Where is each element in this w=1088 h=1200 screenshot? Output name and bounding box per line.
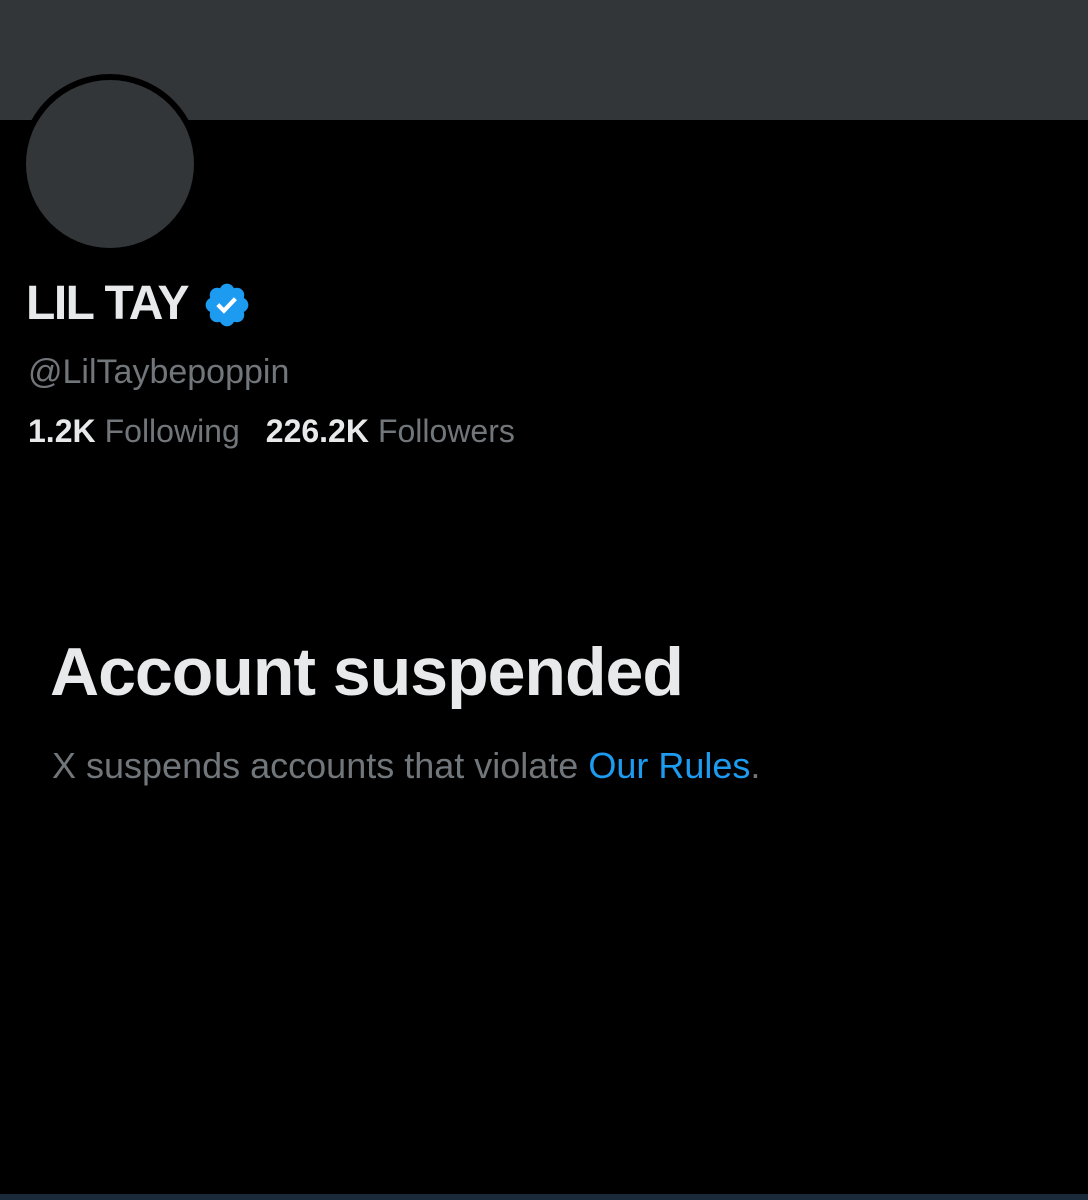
avatar[interactable] — [20, 74, 200, 254]
profile-stats: 1.2K Following 226.2K Followers — [28, 410, 515, 452]
following-link[interactable]: 1.2K Following — [28, 410, 240, 452]
following-count: 1.2K — [28, 413, 96, 449]
suspension-message-period: . — [750, 745, 761, 786]
bottom-divider — [0, 1194, 1088, 1200]
suspension-title: Account suspended — [50, 634, 684, 710]
profile-handle: @LilTaybepoppin — [28, 353, 290, 391]
display-name: LIL TAY — [26, 277, 189, 330]
suspension-message-text: X suspends accounts that violate — [52, 745, 589, 786]
followers-count: 226.2K — [265, 413, 369, 449]
our-rules-link[interactable]: Our Rules — [588, 745, 750, 786]
suspension-message: X suspends accounts that violate Our Rul… — [52, 742, 760, 790]
avatar-placeholder — [26, 80, 194, 248]
followers-label: Followers — [377, 413, 515, 449]
following-label: Following — [104, 413, 240, 449]
profile-name-row: LIL TAY — [26, 276, 252, 332]
verified-badge-icon[interactable] — [202, 280, 252, 330]
followers-link[interactable]: 226.2K Followers — [266, 410, 515, 452]
